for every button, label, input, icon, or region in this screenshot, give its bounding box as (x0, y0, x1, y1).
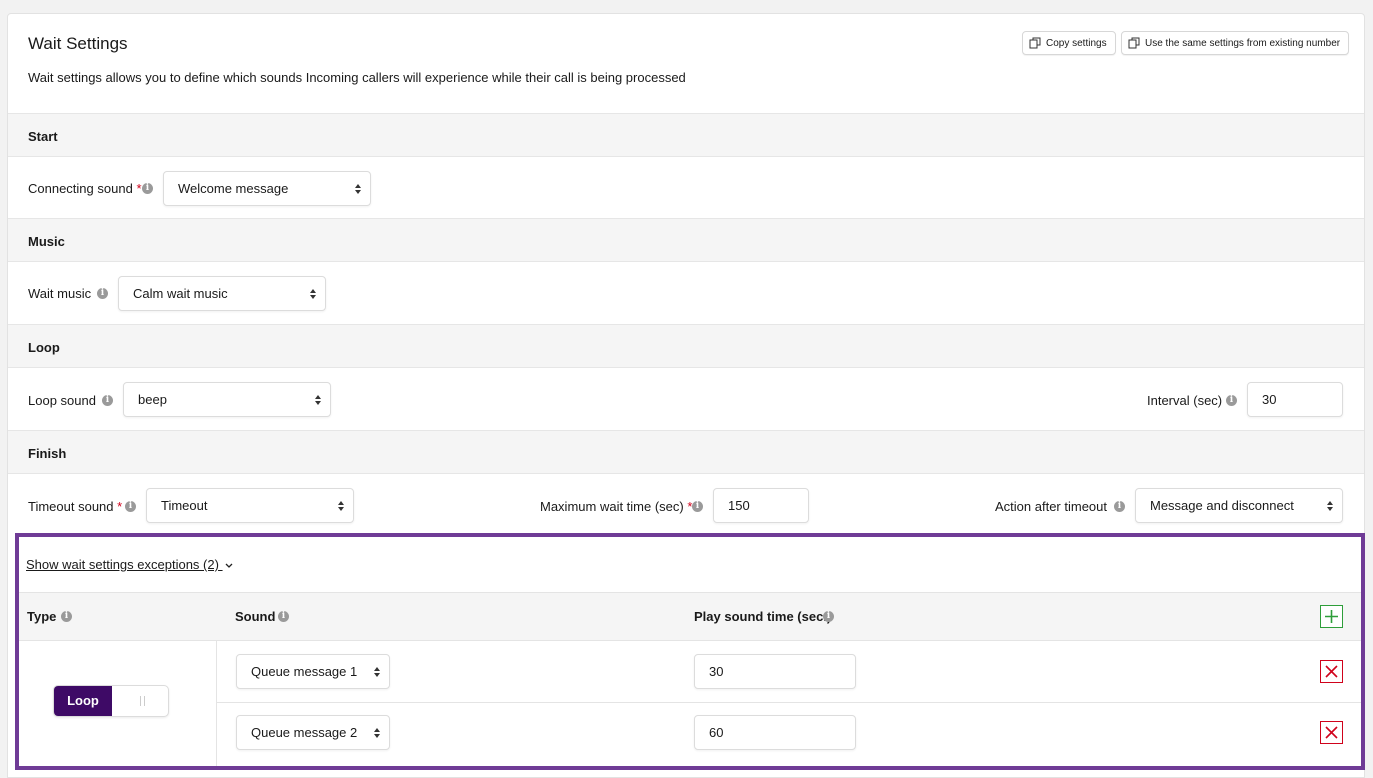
wait-music-select[interactable]: Calm wait music (118, 276, 326, 311)
toggle-on-label: Loop (54, 686, 112, 716)
loop-row: Loop sound i beep Interval (sec) i 30 (8, 368, 1364, 430)
column-divider (216, 641, 217, 766)
info-icon[interactable]: i (61, 611, 72, 622)
exceptions-table-header: Type i Sound i Play sound time (sec.) i (19, 592, 1361, 641)
delete-exception-button[interactable] (1320, 660, 1343, 683)
music-row: Wait music i Calm wait music (8, 262, 1364, 324)
section-title: Start (28, 129, 58, 144)
section-loop: Loop (8, 324, 1364, 368)
connecting-sound-label: Connecting sound * (28, 181, 142, 196)
select-arrows-icon (374, 667, 380, 677)
page-title: Wait Settings (28, 34, 128, 53)
exception-sound-select[interactable]: Queue message 1 (236, 654, 390, 689)
interval-label: Interval (sec) (1147, 393, 1223, 408)
timeout-sound-select[interactable]: Timeout (146, 488, 354, 523)
section-title: Loop (28, 340, 60, 355)
card-header: Wait Settings Wait settings allows you t… (8, 14, 1364, 113)
exception-time-input[interactable]: 60 (694, 715, 856, 750)
info-icon[interactable]: i (823, 611, 834, 622)
delete-exception-button[interactable] (1320, 721, 1343, 744)
loop-sound-label: Loop sound (28, 393, 96, 408)
select-arrows-icon (374, 728, 380, 738)
timeout-sound-label: Timeout sound * (28, 499, 123, 514)
wait-exceptions-panel: Show wait settings exceptions (2) Type i… (15, 533, 1365, 770)
select-arrows-icon (1327, 501, 1333, 511)
select-arrows-icon (310, 289, 316, 299)
show-exceptions-toggle[interactable]: Show wait settings exceptions (2) (26, 557, 233, 572)
select-arrows-icon (338, 501, 344, 511)
interval-input[interactable]: 30 (1247, 382, 1343, 417)
close-icon (1325, 726, 1338, 739)
copy-icon (1128, 37, 1140, 49)
copy-icon (1029, 37, 1041, 49)
loop-sound-select[interactable]: beep (123, 382, 331, 417)
page-description: Wait settings allows you to define which… (28, 70, 686, 85)
use-same-settings-label: Use the same settings from existing numb… (1145, 37, 1341, 49)
select-arrows-icon (355, 184, 361, 194)
section-title: Finish (28, 446, 67, 461)
close-icon (1325, 665, 1338, 678)
toggle-handle-icon (140, 696, 145, 706)
info-icon[interactable]: i (97, 288, 108, 299)
section-music: Music (8, 218, 1364, 262)
info-icon[interactable]: i (102, 395, 113, 406)
section-start: Start (8, 113, 1364, 157)
select-arrows-icon (315, 395, 321, 405)
max-wait-label: Maximum wait time (sec) * (540, 499, 693, 514)
exception-time-input[interactable]: 30 (694, 654, 856, 689)
info-icon[interactable]: i (1226, 395, 1237, 406)
row-divider (216, 702, 1361, 703)
type-toggle[interactable]: Loop (53, 685, 169, 717)
use-same-settings-button[interactable]: Use the same settings from existing numb… (1121, 31, 1350, 55)
info-icon[interactable]: i (1114, 501, 1125, 512)
column-sound: Sound (235, 609, 276, 624)
copy-settings-label: Copy settings (1046, 37, 1107, 49)
max-wait-input[interactable]: 150 (713, 488, 809, 523)
column-type: Type (27, 609, 57, 624)
add-exception-button[interactable] (1320, 605, 1343, 628)
info-icon[interactable]: i (278, 611, 289, 622)
finish-row: Timeout sound * i Timeout Maximum wait t… (8, 474, 1364, 536)
connecting-sound-select[interactable]: Welcome message (163, 171, 371, 206)
plus-icon (1325, 610, 1338, 623)
wait-music-label: Wait music (28, 286, 92, 301)
column-play-time: Play sound time (sec.) (694, 609, 832, 624)
info-icon[interactable]: i (692, 501, 703, 512)
section-finish: Finish (8, 430, 1364, 474)
info-icon[interactable]: i (142, 183, 153, 194)
section-title: Music (28, 234, 65, 249)
action-after-timeout-label: Action after timeout (995, 499, 1107, 514)
exception-sound-select[interactable]: Queue message 2 (236, 715, 390, 750)
copy-settings-button[interactable]: Copy settings (1022, 31, 1116, 55)
action-after-timeout-select[interactable]: Message and disconnect (1135, 488, 1343, 523)
chevron-down-icon (225, 563, 233, 568)
info-icon[interactable]: i (125, 501, 136, 512)
start-row: Connecting sound * i Welcome message (8, 157, 1364, 218)
